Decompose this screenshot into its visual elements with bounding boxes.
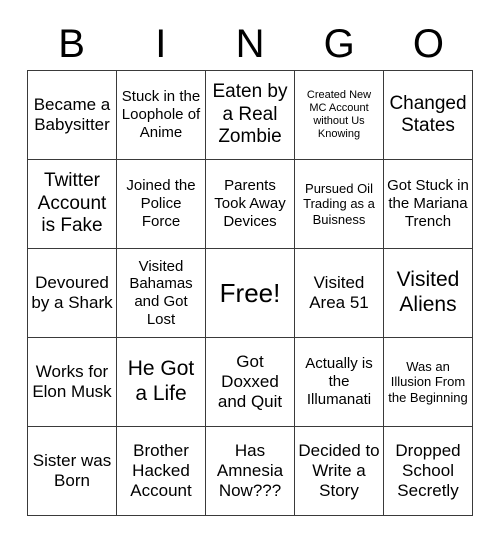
bingo-cell[interactable]: Parents Took Away Devices	[206, 160, 295, 249]
bingo-cell-label: Became a Babysitter	[33, 94, 111, 134]
bingo-cell[interactable]: Twitter Account is Fake	[28, 160, 117, 249]
bingo-header-letter-g: G	[323, 22, 355, 66]
bingo-cell-label: Joined the Police Force	[126, 177, 196, 230]
bingo-cell[interactable]: Sister was Born	[28, 427, 117, 516]
bingo-cell-label: Visited Area 51	[309, 272, 369, 312]
bingo-cell-label: Has Amnesia Now???	[216, 440, 284, 501]
bingo-cell-label: Twitter Account is Fake	[37, 170, 107, 237]
bingo-cell[interactable]: Became a Babysitter	[28, 71, 117, 160]
bingo-cell-label: Works for Elon Musk	[32, 361, 112, 401]
bingo-cell[interactable]: Stuck in the Loophole of Anime	[117, 71, 206, 160]
bingo-cell[interactable]: Eaten by a Real Zombie	[206, 71, 295, 160]
bingo-header-letter-b: B	[58, 22, 85, 66]
bingo-cell[interactable]: Got Stuck in the Mariana Trench	[384, 160, 473, 249]
bingo-cell-label: Got Stuck in the Mariana Trench	[387, 177, 469, 230]
bingo-cell-label: He Got a Life	[127, 357, 195, 405]
bingo-cell-label: Visited Bahamas and Got Lost	[129, 257, 193, 328]
bingo-cell[interactable]: Was an Illusion From the Beginning	[384, 338, 473, 427]
bingo-cell[interactable]: Changed States	[384, 71, 473, 160]
bingo-cell-label: Devoured by a Shark	[31, 272, 113, 312]
bingo-cell[interactable]: Got Doxxed and Quit	[206, 338, 295, 427]
bingo-cell-label: Created New MC Account without Us Knowin…	[306, 89, 372, 140]
bingo-header: B I N G O	[27, 18, 473, 70]
bingo-cell-label: Changed States	[389, 92, 467, 136]
bingo-cell-label: Dropped School Secretly	[395, 440, 461, 501]
bingo-cell[interactable]: Works for Elon Musk	[28, 338, 117, 427]
bingo-grid: Became a Babysitter Stuck in the Loophole…	[27, 70, 473, 516]
bingo-cell[interactable]: Joined the Police Force	[117, 160, 206, 249]
bingo-cell[interactable]: Brother Hacked Account	[117, 427, 206, 516]
bingo-cell-label: Was an Illusion From the Beginning	[388, 359, 468, 405]
bingo-cell-label: Brother Hacked Account	[130, 440, 192, 501]
bingo-cell-free-space[interactable]: Free!	[206, 249, 295, 338]
bingo-cell[interactable]: Pursued Oil Trading as a Buisness	[295, 160, 384, 249]
bingo-cell-label: Pursued Oil Trading as a Buisness	[303, 181, 375, 227]
bingo-header-letter-o: O	[412, 22, 444, 66]
bingo-header-letter-i: I	[155, 22, 167, 66]
bingo-cell-label: Free!	[219, 277, 281, 308]
bingo-cell[interactable]: Decided to Write a Story	[295, 427, 384, 516]
bingo-cell[interactable]: Dropped School Secretly	[384, 427, 473, 516]
bingo-cell-label: Stuck in the Loophole of Anime	[121, 88, 201, 141]
bingo-cell-label: Decided to Write a Story	[298, 440, 380, 501]
bingo-card: B I N G O Became a Babysitter Stuck in th…	[0, 0, 500, 544]
bingo-cell[interactable]: Visited Area 51	[295, 249, 384, 338]
bingo-cell-label: Eaten by a Real Zombie	[212, 81, 288, 148]
bingo-cell[interactable]: Devoured by a Shark	[28, 249, 117, 338]
bingo-cell[interactable]: He Got a Life	[117, 338, 206, 427]
bingo-cell-label: Sister was Born	[32, 450, 112, 490]
bingo-cell[interactable]: Actually is the Illumanati	[295, 338, 384, 427]
bingo-cell-label: Parents Took Away Devices	[214, 177, 286, 230]
bingo-header-letter-n: N	[235, 22, 265, 66]
bingo-cell-label: Got Doxxed and Quit	[217, 351, 283, 412]
bingo-cell[interactable]: Visited Bahamas and Got Lost	[117, 249, 206, 338]
bingo-cell[interactable]: Visited Aliens	[384, 249, 473, 338]
bingo-cell-label: Actually is the Illumanati	[305, 355, 373, 408]
bingo-cell-label: Visited Aliens	[396, 268, 460, 316]
bingo-cell[interactable]: Has Amnesia Now???	[206, 427, 295, 516]
bingo-cell[interactable]: Created New MC Account without Us Knowin…	[295, 71, 384, 160]
